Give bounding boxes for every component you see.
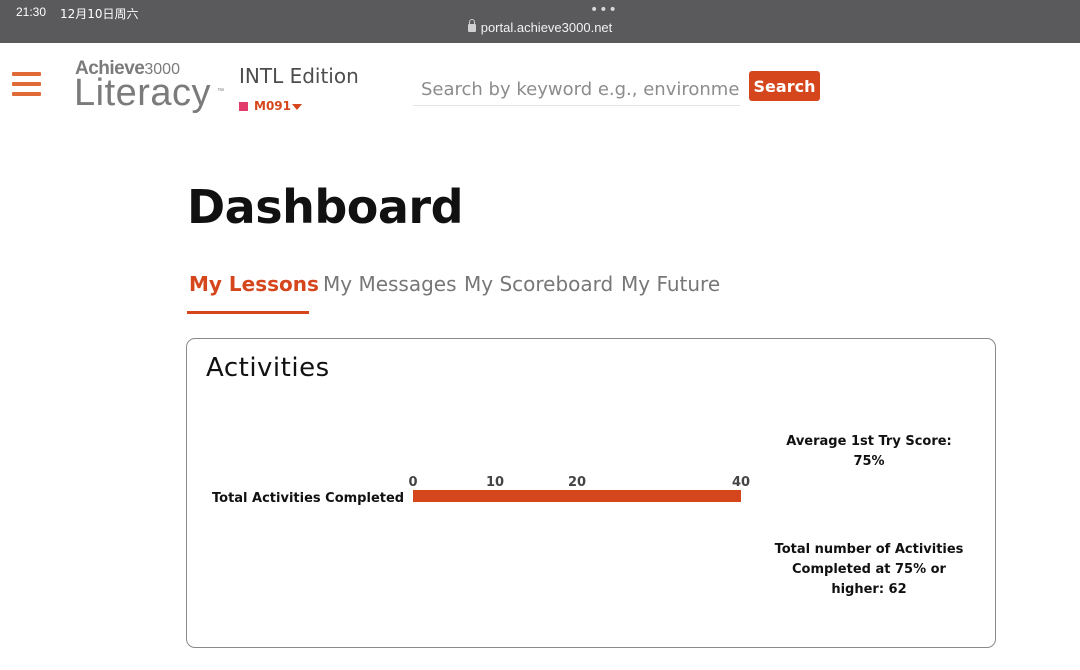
tab-my-lessons[interactable]: My Lessons — [189, 272, 319, 296]
more-dots-icon[interactable]: ••• — [590, 2, 618, 18]
class-color-marker — [239, 102, 248, 111]
search-button[interactable]: Search — [749, 71, 820, 101]
status-time: 21:30 — [16, 5, 47, 19]
x-tick-label: 0 — [408, 475, 417, 490]
x-tick-label: 40 — [732, 475, 750, 490]
lock-icon — [467, 19, 476, 32]
activities-chart: 0 10 20 40 — [408, 475, 750, 502]
page-title: Dashboard — [187, 180, 464, 234]
activities-bar — [413, 490, 741, 502]
tab-my-future[interactable]: My Future — [621, 272, 720, 296]
edition-label: INTL Edition — [239, 64, 359, 88]
tab-my-scoreboard[interactable]: My Scoreboard — [464, 272, 613, 296]
browser-status-bar: 21:30 12月10日周六 ••• portal.achieve3000.ne… — [0, 0, 1080, 43]
url-bar[interactable]: portal.achieve3000.net — [0, 19, 1080, 35]
average-score-label: Average 1st Try Score: — [786, 434, 952, 449]
average-score-stat: Average 1st Try Score: 75% — [764, 432, 974, 472]
active-tab-underline — [187, 311, 309, 314]
tab-my-messages[interactable]: My Messages — [323, 272, 457, 296]
x-tick-label: 20 — [568, 475, 586, 490]
x-tick-label: 10 — [486, 475, 504, 490]
total-activities-line-3: higher: 62 — [831, 582, 907, 597]
caret-down-icon — [292, 104, 302, 110]
total-activities-stat: Total number of Activities Completed at … — [764, 540, 974, 600]
class-code: M091 — [254, 99, 291, 113]
logo-literacy-text: Literacy — [74, 72, 212, 114]
activities-card: Activities Total Activities Completed 01… — [186, 338, 996, 648]
achieve3000-logo[interactable]: Achieve3000 Literacy ™ — [74, 58, 224, 118]
url-text: portal.achieve3000.net — [480, 20, 613, 35]
search-input[interactable] — [413, 73, 740, 106]
average-score-value: 75% — [853, 454, 885, 469]
logo-trademark: ™ — [217, 88, 224, 95]
total-activities-line-2: Completed at 75% or — [792, 562, 946, 577]
menu-icon[interactable] — [12, 72, 41, 98]
total-activities-line-1: Total number of Activities — [774, 542, 964, 557]
